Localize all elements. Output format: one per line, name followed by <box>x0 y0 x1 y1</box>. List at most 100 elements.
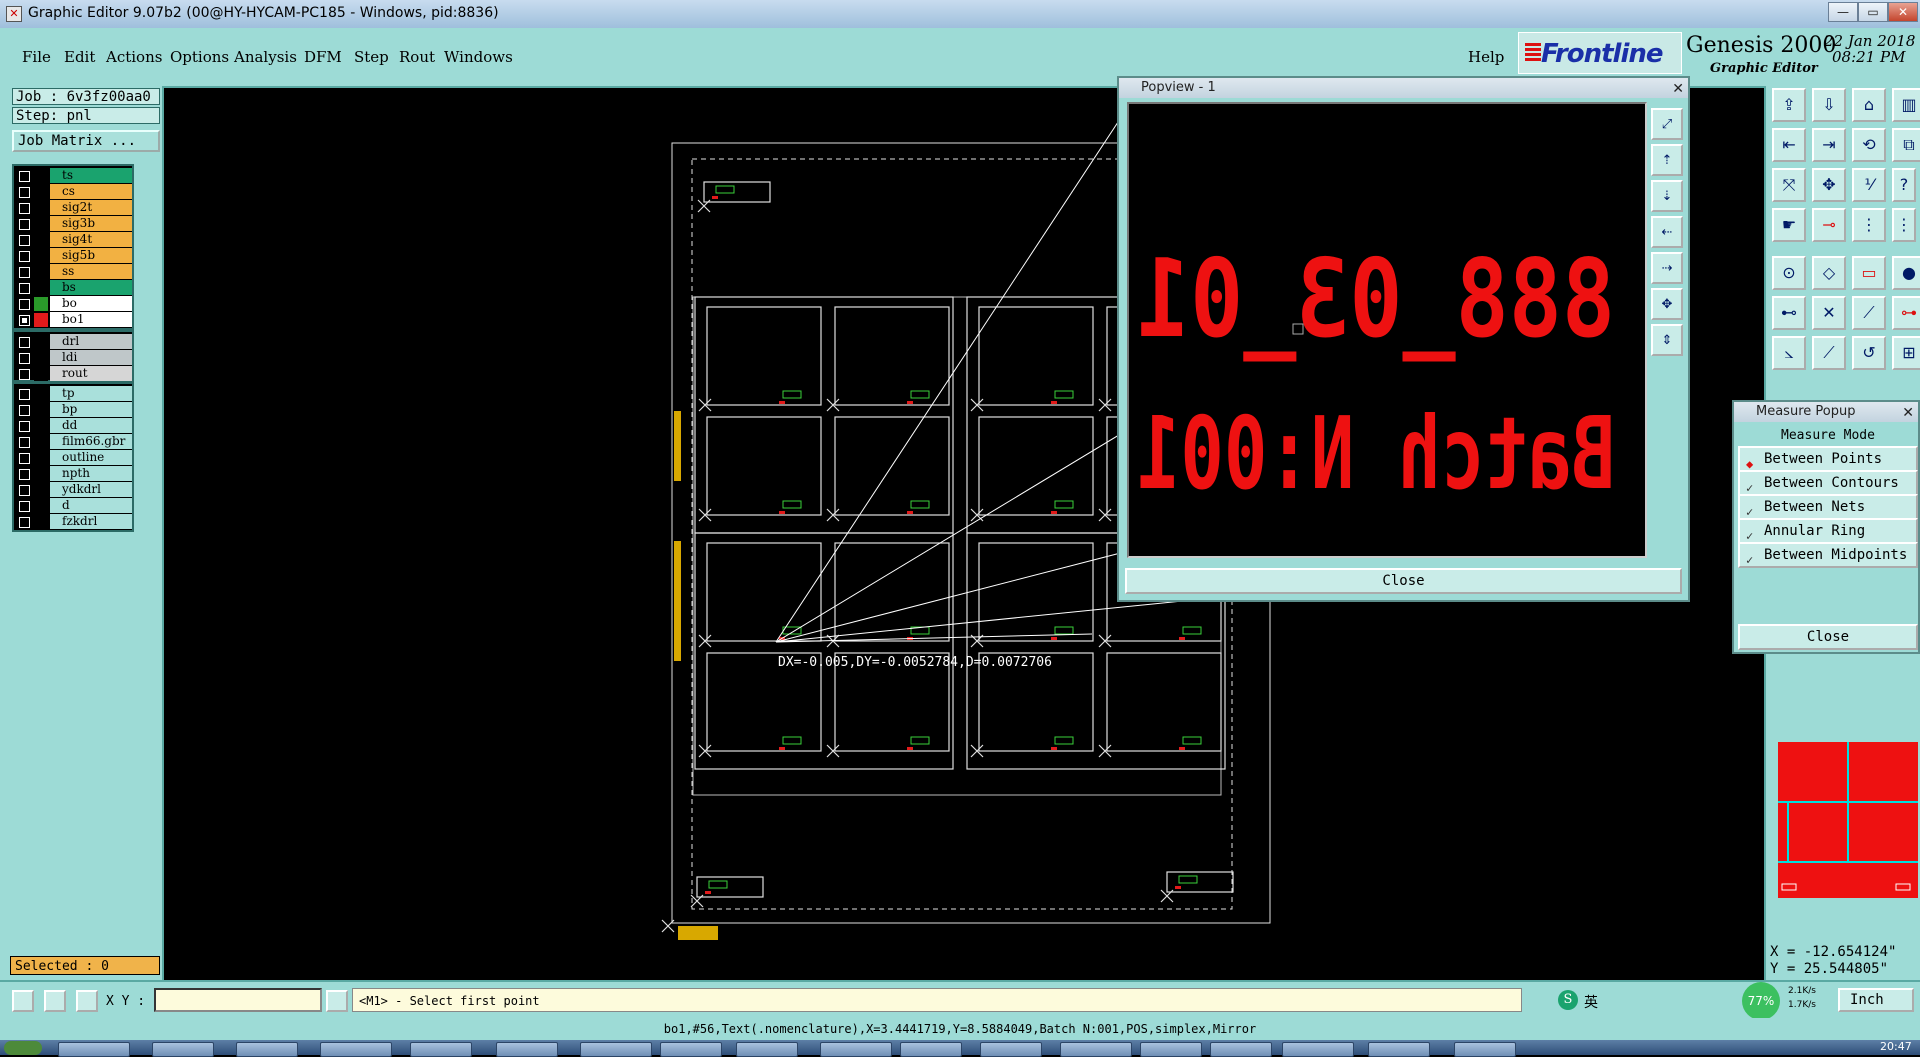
layer-name[interactable]: bo1 <box>50 312 132 327</box>
undo-icon[interactable]: ⟲ <box>1852 128 1886 162</box>
measure-option-between-contours[interactable]: ✓ Between Contours <box>1738 470 1918 496</box>
connect-icon[interactable]: ⊷ <box>1772 296 1806 330</box>
xy-input[interactable] <box>154 988 322 1012</box>
layer-checkbox[interactable] <box>19 437 30 448</box>
link-icon[interactable]: ⊶ <box>1892 296 1920 330</box>
layer-row-tp[interactable]: tp <box>14 386 132 402</box>
scale-icon[interactable]: ⅟ <box>1852 168 1886 202</box>
layer-checkbox[interactable] <box>19 517 30 528</box>
layer-checkbox[interactable] <box>19 353 30 364</box>
layer-name[interactable]: film66.gbr <box>50 434 132 449</box>
layer-name[interactable]: sig2t <box>50 200 132 215</box>
dot-icon[interactable]: ● <box>1892 256 1920 290</box>
layer-checkbox[interactable] <box>19 235 30 246</box>
draw-icon[interactable]: ⟋ <box>1812 336 1846 370</box>
line-icon[interactable]: ⊸ <box>1812 208 1846 242</box>
menu-analysis[interactable]: Analysis <box>234 48 297 66</box>
menu-step[interactable]: Step <box>354 48 389 66</box>
layer-name[interactable]: bp <box>50 402 132 417</box>
layer-checkbox[interactable] <box>19 219 30 230</box>
measure-option-annular-ring[interactable]: ✓ Annular Ring <box>1738 518 1918 544</box>
info-icon[interactable] <box>326 990 348 1012</box>
menu-help[interactable]: Help <box>1468 48 1504 66</box>
layer-name[interactable]: npth <box>50 466 132 481</box>
layer-name[interactable]: bs <box>50 280 132 295</box>
layer-name[interactable]: sig3b <box>50 216 132 231</box>
layer-name[interactable]: drl <box>50 334 132 349</box>
select-tool-icon[interactable] <box>12 990 34 1012</box>
layer-row-rout[interactable]: rout <box>14 366 132 382</box>
layer-name[interactable]: ldi <box>50 350 132 365</box>
measure-close-button[interactable]: Close <box>1738 624 1918 650</box>
popview-pan-up-icon[interactable]: ⇡ <box>1651 144 1683 176</box>
layer-name[interactable]: tp <box>50 386 132 401</box>
menu-file[interactable]: File <box>22 48 51 66</box>
layer-checkbox[interactable] <box>19 369 30 380</box>
draw-tool-icon[interactable] <box>44 990 66 1012</box>
layer-row-ldi[interactable]: ldi <box>14 350 132 366</box>
fit-icon[interactable]: ⤧ <box>1772 168 1806 202</box>
layer-name[interactable]: outline <box>50 450 132 465</box>
layer-row-bp[interactable]: bp <box>14 402 132 418</box>
menu-options[interactable]: Options <box>170 48 229 66</box>
layer-checkbox[interactable] <box>19 299 30 310</box>
layer-checkbox[interactable] <box>19 485 30 496</box>
layer-name[interactable]: sig5b <box>50 248 132 263</box>
popview-pan-right-icon[interactable]: ⇢ <box>1651 252 1683 284</box>
popview-home-icon[interactable]: ⇕ <box>1651 324 1683 356</box>
menu-dfm[interactable]: DFM <box>304 48 342 66</box>
layer-name[interactable]: dd <box>50 418 132 433</box>
frame-icon[interactable]: ▭ <box>1852 256 1886 290</box>
angle-icon[interactable]: ⦣ <box>1772 336 1806 370</box>
layer-checkbox[interactable] <box>19 283 30 294</box>
copy-icon[interactable]: ⧉ <box>1892 128 1920 162</box>
layer-checkbox[interactable] <box>19 501 30 512</box>
layer-name[interactable]: rout <box>50 366 132 381</box>
delete-icon[interactable]: ✕ <box>1812 296 1846 330</box>
battery-indicator[interactable]: 77% <box>1742 982 1780 1020</box>
menu-rout[interactable]: Rout <box>399 48 435 66</box>
job-matrix-button[interactable]: Job Matrix ... <box>12 130 160 152</box>
minimize-button[interactable]: — <box>1828 2 1858 22</box>
layer-row-sig3b[interactable]: sig3b <box>14 216 132 232</box>
layer-row-drl[interactable]: drl <box>14 334 132 350</box>
popview-fit-icon[interactable]: ✥ <box>1651 288 1683 320</box>
layer-name[interactable]: bo <box>50 296 132 311</box>
maximize-button[interactable]: ▭ <box>1858 2 1888 22</box>
layer-checkbox[interactable] <box>19 421 30 432</box>
measure-popup-close-icon[interactable]: ✕ <box>1902 403 1914 423</box>
layer-name[interactable]: ts <box>50 168 132 183</box>
shape-icon[interactable]: ◇ <box>1812 256 1846 290</box>
layer-row-sig4t[interactable]: sig4t <box>14 232 132 248</box>
layer-row-fzkdrl[interactable]: fzkdrl <box>14 514 132 530</box>
popview-close-button[interactable]: Close <box>1125 568 1682 594</box>
layer-row-bo[interactable]: bo <box>14 296 132 312</box>
layer-checkbox[interactable] <box>19 337 30 348</box>
layer-checkbox[interactable] <box>19 315 30 326</box>
export-icon[interactable]: ⇩ <box>1812 88 1846 122</box>
layer-row-sig5b[interactable]: sig5b <box>14 248 132 264</box>
menu-windows[interactable]: Windows <box>444 48 513 66</box>
measure-option-between-points[interactable]: ◆ Between Points <box>1738 446 1918 472</box>
pad-icon[interactable]: ⋮ <box>1852 208 1886 242</box>
layer-row-sig2t[interactable]: sig2t <box>14 200 132 216</box>
layer-row-bo1[interactable]: bo1 <box>14 312 132 328</box>
layer-row-d[interactable]: d <box>14 498 132 514</box>
popview-zoom-icon[interactable]: ⤢ <box>1651 108 1683 140</box>
layer-name[interactable]: ss <box>50 264 132 279</box>
circle-icon[interactable]: ⊙ <box>1772 256 1806 290</box>
grid-icon[interactable]: ⊞ <box>1892 336 1920 370</box>
layer-checkbox[interactable] <box>19 453 30 464</box>
layer-row-dd[interactable]: dd <box>14 418 132 434</box>
help-icon[interactable]: ? <box>1892 168 1916 202</box>
close-window-button[interactable]: ✕ <box>1888 2 1918 22</box>
step-out-icon[interactable]: ⇥ <box>1812 128 1846 162</box>
layer-name[interactable]: d <box>50 498 132 513</box>
step-in-icon[interactable]: ⇤ <box>1772 128 1806 162</box>
grid-tool-icon[interactable] <box>76 990 98 1012</box>
menu-actions[interactable]: Actions <box>106 48 162 66</box>
layers-icon[interactable]: ▥ <box>1892 88 1920 122</box>
layer-row-ss[interactable]: ss <box>14 264 132 280</box>
layer-checkbox[interactable] <box>19 405 30 416</box>
layer-row-ydkdrl[interactable]: ydkdrl <box>14 482 132 498</box>
